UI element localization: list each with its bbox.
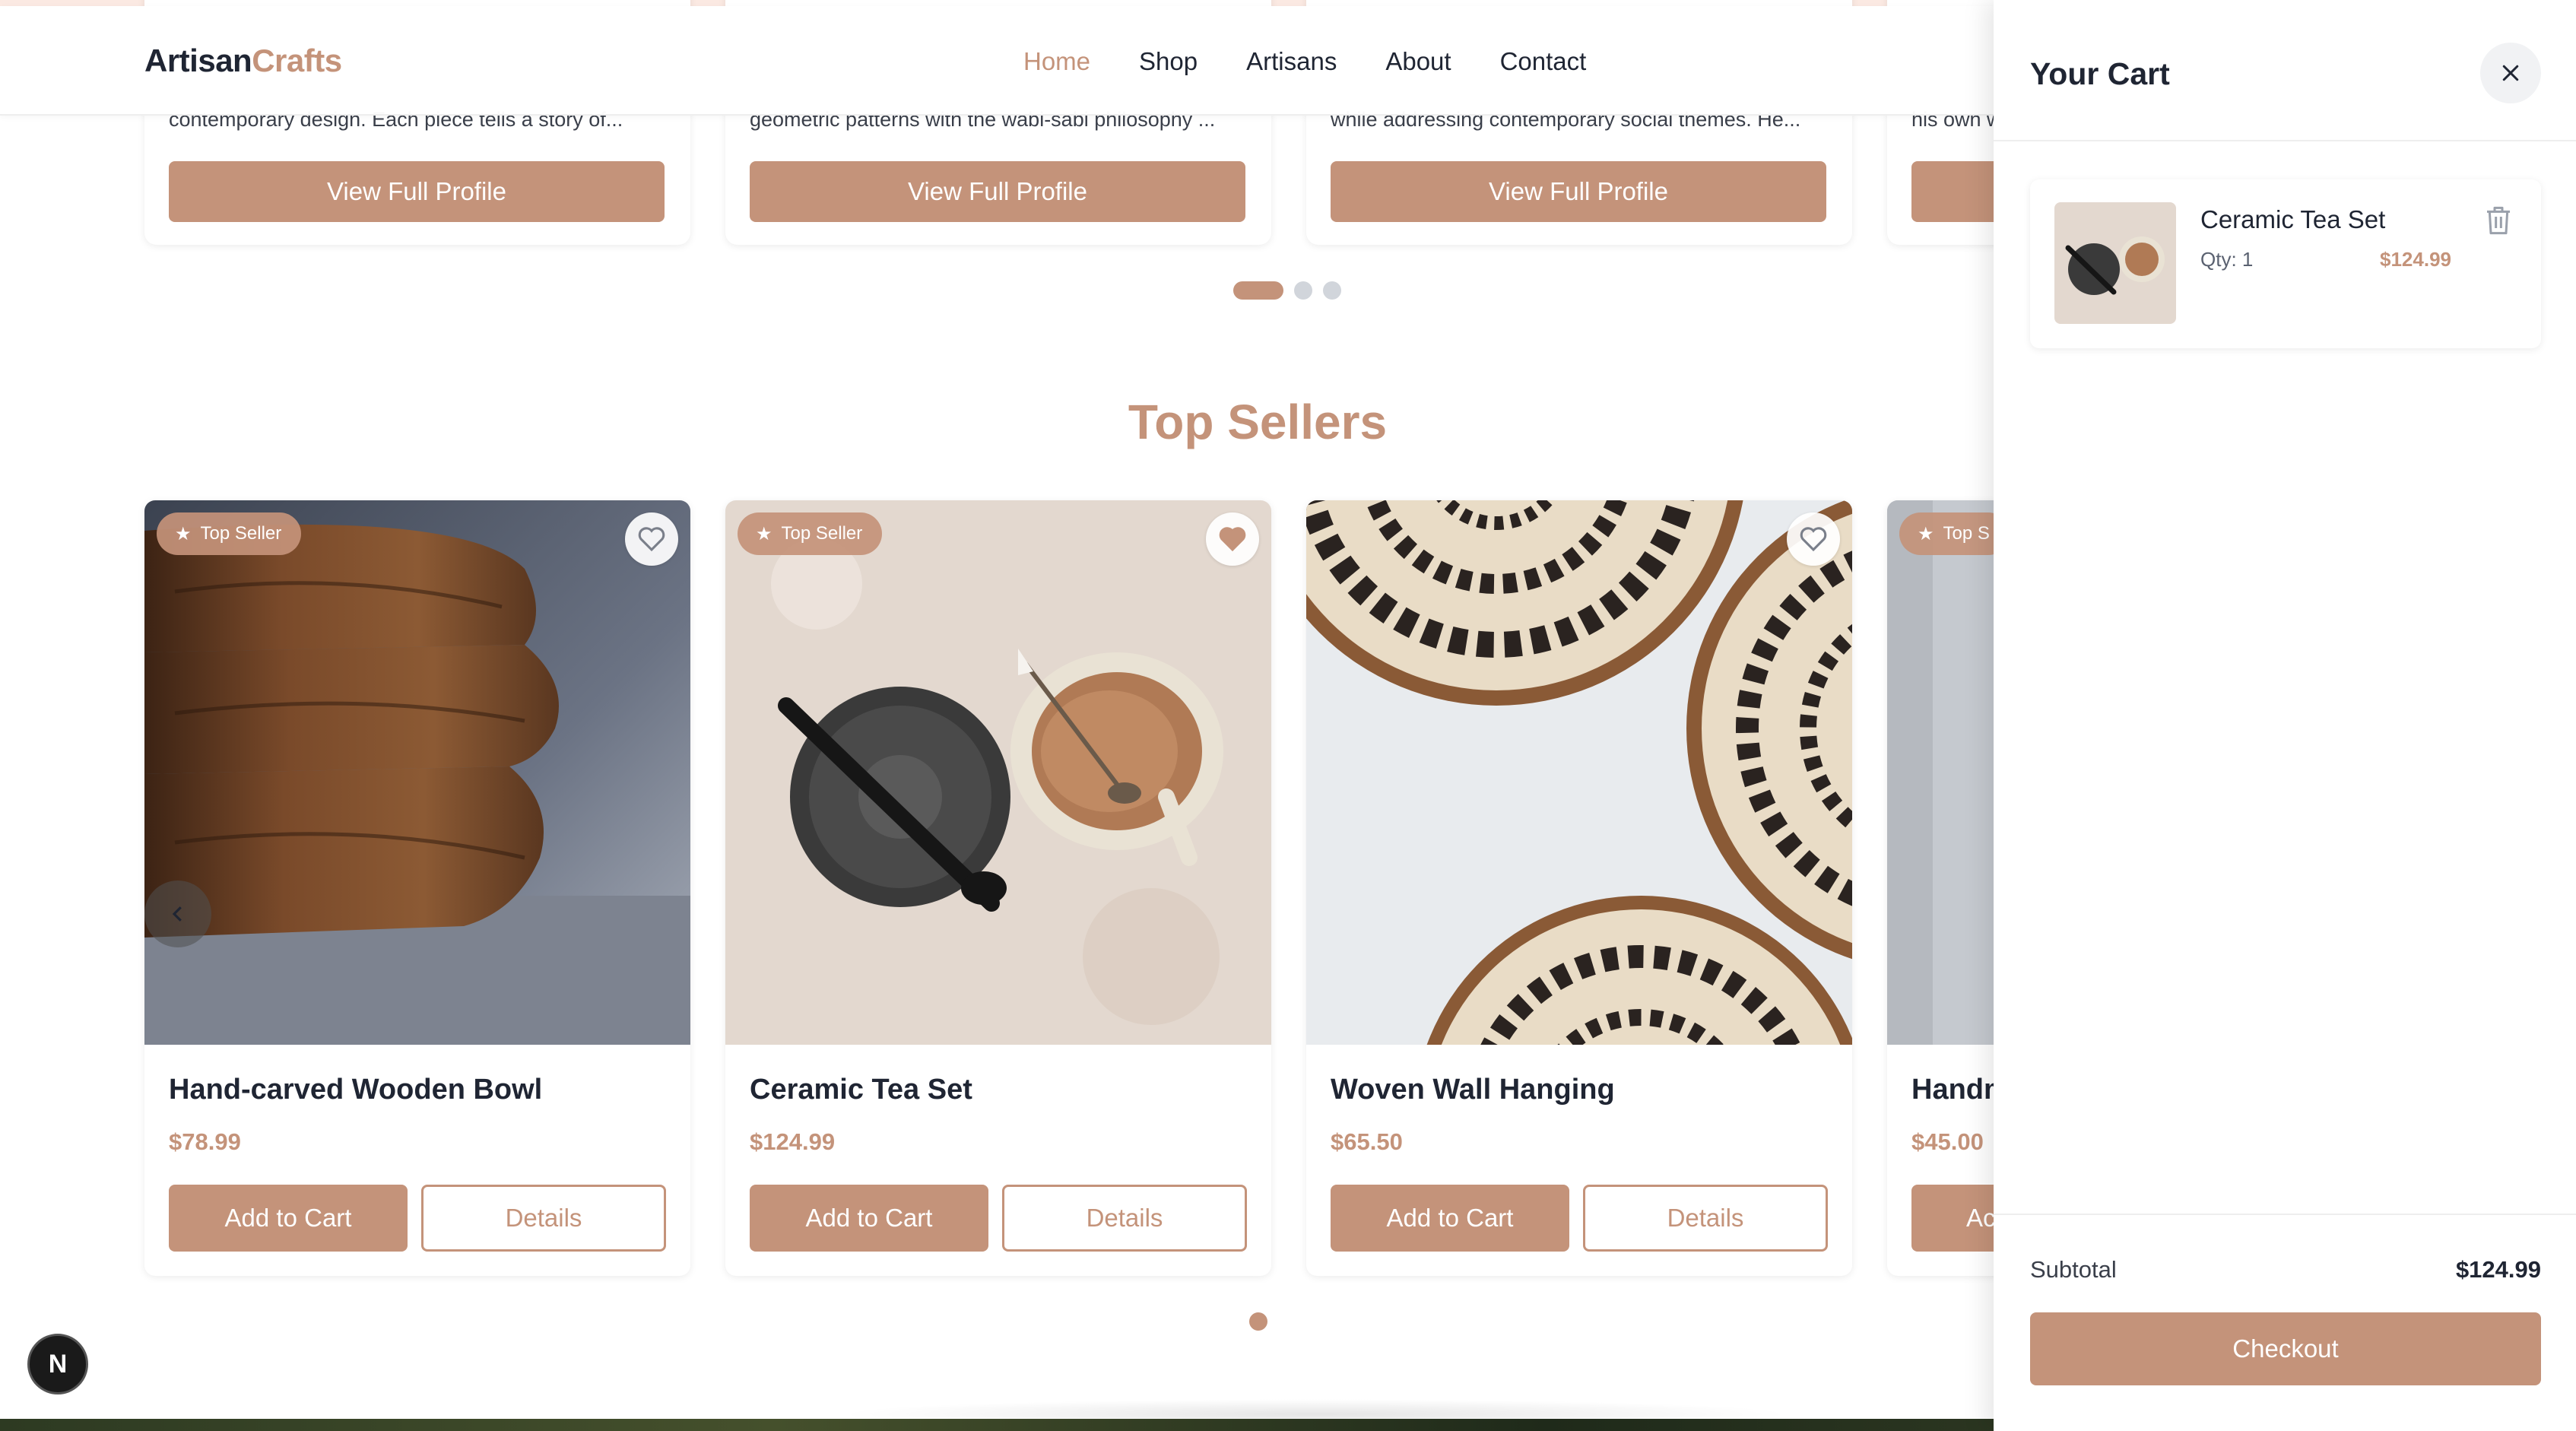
cart-item-quantity: Qty: 1 [2200, 248, 2254, 271]
cart-item-name: Ceramic Tea Set [2200, 205, 2386, 233]
trash-icon [2487, 206, 2510, 235]
nav-about[interactable]: About [1385, 47, 1451, 76]
main-nav: Home Shop Artisans About Contact [1023, 47, 1586, 76]
tea-set-image [725, 500, 1271, 1045]
site-logo[interactable]: ArtisanCrafts [144, 43, 342, 79]
checkout-button[interactable]: Checkout [2030, 1312, 2541, 1385]
cart-title: Your Cart [2030, 56, 2170, 91]
woven-baskets-image [1306, 500, 1852, 1045]
nav-shop[interactable]: Shop [1139, 47, 1198, 76]
top-sellers-pagination [1249, 1312, 1267, 1331]
cart-drawer: Your Cart Ceramic Tea Set Qty: 1 $124.99 [1994, 0, 2576, 1431]
heart-icon [1800, 527, 1827, 552]
heart-filled-icon [1219, 527, 1246, 552]
close-cart-button[interactable] [2480, 43, 2541, 103]
tea-set-thumbnail [2054, 202, 2176, 324]
details-button[interactable]: Details [421, 1185, 666, 1252]
product-card: Woven Wall Hanging $65.50 Add to Cart De… [1306, 500, 1852, 1276]
favorite-button[interactable] [625, 512, 678, 566]
details-button[interactable]: Details [1583, 1185, 1828, 1252]
cart-divider [1994, 140, 2576, 141]
product-card: ★ Top Seller Hand-carved Wooden Bowl $78.… [144, 500, 690, 1276]
top-seller-badge: ★ Top Seller [157, 512, 302, 555]
nav-home[interactable]: Home [1023, 47, 1090, 76]
nav-contact[interactable]: Contact [1500, 47, 1587, 76]
logo-text-crafts: Crafts [252, 43, 342, 78]
product-image[interactable] [1306, 500, 1852, 1045]
product-price: $124.99 [750, 1128, 836, 1155]
add-to-cart-button[interactable]: Add to Cart [1331, 1185, 1569, 1252]
product-image[interactable]: ★ Top Seller [725, 500, 1271, 1045]
heart-icon [638, 527, 665, 552]
add-to-cart-button[interactable]: Add to Cart [169, 1185, 408, 1252]
view-profile-button[interactable]: View Full Profile [1331, 161, 1826, 222]
star-icon: ★ [1918, 523, 1934, 544]
details-button[interactable]: Details [1002, 1185, 1247, 1252]
badge-label: Top Seller [781, 523, 863, 544]
wooden-bowl-image [144, 500, 690, 1045]
view-profile-button[interactable]: View Full Profile [169, 161, 665, 222]
artisans-pagination [1233, 281, 1341, 300]
close-icon [2502, 65, 2519, 81]
product-price: $78.99 [169, 1128, 241, 1155]
product-price: $65.50 [1331, 1128, 1403, 1155]
product-image[interactable]: ★ Top Seller [144, 500, 690, 1045]
favorite-button[interactable] [1787, 512, 1840, 566]
dev-tools-badge[interactable]: N [27, 1334, 88, 1395]
pagination-dot-active[interactable] [1249, 1312, 1267, 1331]
page: contemporary design. Each piece tells a … [0, 0, 2576, 1431]
carousel-prev-button[interactable] [144, 880, 211, 947]
star-icon: ★ [756, 523, 772, 544]
view-profile-button[interactable]: View Full Profile [750, 161, 1245, 222]
nav-artisans[interactable]: Artisans [1246, 47, 1337, 76]
dev-badge-letter: N [48, 1349, 68, 1379]
product-name[interactable]: Hand-carved Wooden Bowl [169, 1074, 542, 1106]
remove-item-button[interactable] [2483, 204, 2514, 237]
star-icon: ★ [175, 523, 192, 544]
pagination-dot-active[interactable] [1233, 281, 1283, 300]
product-name[interactable]: Ceramic Tea Set [750, 1074, 972, 1106]
top-seller-badge: ★ Top Seller [738, 512, 883, 555]
cart-footer-divider [1994, 1214, 2576, 1215]
top-sellers-heading: Top Sellers [1128, 395, 1388, 449]
subtotal-value: $124.99 [2455, 1256, 2541, 1283]
product-price: $45.00 [1911, 1128, 1984, 1155]
logo-text-artisan: Artisan [144, 43, 252, 78]
product-card: ★ Top Seller Ceramic Tea Set $124.99 Add … [725, 500, 1271, 1276]
subtotal-label: Subtotal [2030, 1256, 2117, 1283]
pagination-dot[interactable] [1294, 281, 1312, 300]
pagination-dot[interactable] [1323, 281, 1341, 300]
cart-item-thumbnail [2054, 202, 2176, 324]
favorite-button[interactable] [1206, 512, 1259, 566]
badge-label: Top S [1943, 523, 1990, 544]
chevron-left-icon [172, 906, 182, 922]
cart-item: Ceramic Tea Set Qty: 1 $124.99 [2030, 179, 2541, 348]
badge-label: Top Seller [200, 523, 282, 544]
add-to-cart-button[interactable]: Add to Cart [750, 1185, 988, 1252]
product-name[interactable]: Woven Wall Hanging [1331, 1074, 1615, 1106]
cart-item-price: $124.99 [2380, 248, 2451, 271]
